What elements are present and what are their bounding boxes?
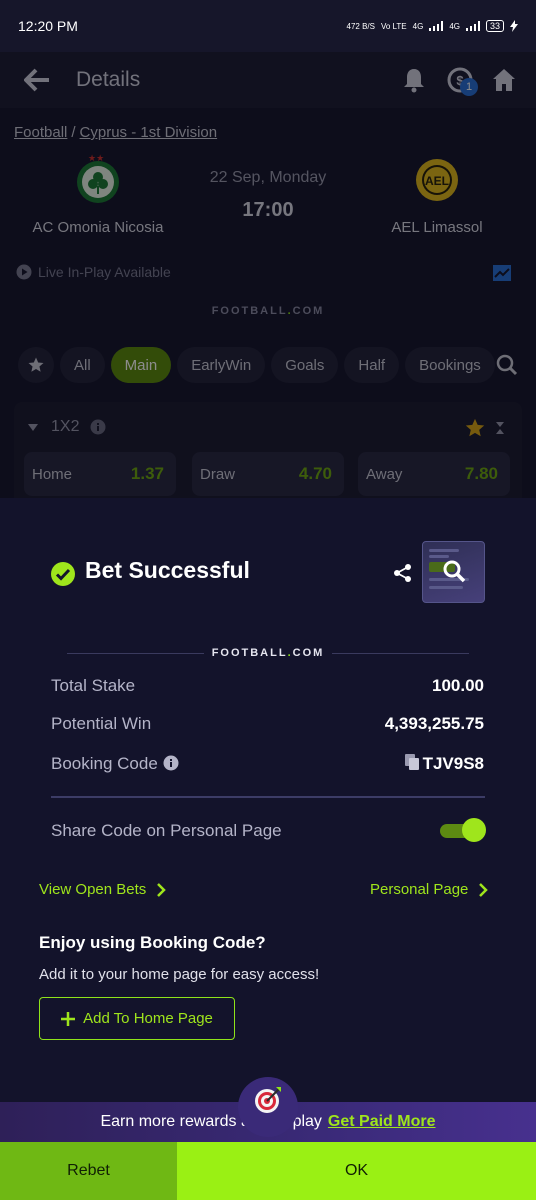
market-1x2: 1X2 Home 1.37 Draw 4.70 Away 7.80 <box>14 402 522 498</box>
breadcrumb-separator: / <box>71 124 76 141</box>
charging-icon <box>510 20 518 32</box>
tab-main[interactable]: Main <box>110 347 172 383</box>
brand-divider-top: FOOTBALL.COM <box>0 305 536 317</box>
odd-value: 1.37 <box>130 464 164 483</box>
brand-divider-sheet: FOOTBALL.COM <box>0 647 536 659</box>
share-icon[interactable] <box>393 563 413 583</box>
app-header: Details $ <box>0 52 536 108</box>
potential-win-label: Potential Win <box>51 714 152 733</box>
chevron-right-icon <box>479 882 489 897</box>
collapse-icon[interactable] <box>494 421 506 435</box>
dart-target-badge[interactable] <box>238 1077 298 1137</box>
search-icon[interactable] <box>496 354 518 376</box>
odd-label: Away <box>366 465 403 483</box>
total-stake-label: Total Stake <box>51 676 136 695</box>
favorite-star-icon[interactable] <box>464 417 486 439</box>
status-time: 12:20 PM <box>18 18 78 34</box>
add-to-home-label: Add To Home Page <box>83 1010 213 1027</box>
odd-label: Home <box>32 465 73 483</box>
brand-logo: FOOTBALL.COM <box>211 647 325 659</box>
booking-code-label: Booking Code <box>51 754 158 773</box>
volte-indicator: Vo LTE <box>380 21 407 31</box>
signal-bars-2-icon <box>465 21 480 31</box>
promo-title: Enjoy using Booking Code? <box>39 933 266 952</box>
svg-text:★★: ★★ <box>88 154 104 161</box>
success-check-icon <box>51 562 75 586</box>
bell-icon[interactable] <box>400 66 428 94</box>
magnify-icon[interactable] <box>442 559 466 583</box>
odd-away[interactable]: Away 7.80 <box>358 452 510 496</box>
tab-half[interactable]: Half <box>344 347 400 383</box>
home-icon[interactable] <box>490 66 518 94</box>
tab-favorites[interactable] <box>18 347 54 383</box>
status-bar: 12:20 PM 472 B/S Vo LTE 4G 4G 33 <box>0 0 536 52</box>
home-team-stars: ★★ <box>88 154 104 161</box>
copy-icon[interactable] <box>405 754 419 770</box>
page-title: Details <box>76 68 141 91</box>
live-text: Live In-Play Available <box>38 264 171 280</box>
share-code-toggle[interactable] <box>440 818 486 844</box>
add-to-home-button[interactable]: Add To Home Page <box>39 997 235 1040</box>
chevron-right-icon <box>157 882 167 897</box>
live-indicator[interactable]: Live In-Play Available <box>16 264 171 280</box>
home-team-logo <box>77 161 119 203</box>
notification-badge: 1 <box>460 78 478 96</box>
info-icon[interactable] <box>90 419 106 435</box>
ok-button[interactable]: OK <box>177 1142 536 1200</box>
signal-2: 4G <box>449 21 460 31</box>
net-speed: 472 B/S <box>346 21 375 31</box>
promo-subtitle: Add it to your home page for easy access… <box>39 966 320 983</box>
dart-target-icon <box>255 1087 281 1113</box>
divider-line-right <box>332 652 470 654</box>
status-indicators: 472 B/S Vo LTE 4G 4G 33 <box>347 20 518 32</box>
toggle-knob <box>462 818 486 842</box>
view-open-bets-label: View Open Bets <box>39 881 147 898</box>
odd-value: 4.70 <box>298 464 332 483</box>
tab-earlywin[interactable]: EarlyWin <box>177 347 266 383</box>
signal-bars-icon <box>429 21 444 31</box>
bottom-action-bar: Rebet OK <box>0 1142 536 1200</box>
total-stake-value: 100.00 <box>432 676 484 695</box>
market-title: 1X2 <box>51 418 80 435</box>
caret-down-icon[interactable] <box>28 424 38 432</box>
breadcrumb-sport[interactable]: Football <box>14 124 67 141</box>
brand-logo: FOOTBALL.COM <box>211 305 325 317</box>
odd-home[interactable]: Home 1.37 <box>24 452 176 496</box>
signal-1: 4G <box>412 21 424 31</box>
tab-all[interactable]: All <box>60 347 105 383</box>
away-team-logo: AEL <box>416 159 458 201</box>
get-paid-more-link[interactable]: Get Paid More <box>328 1113 436 1131</box>
market-tabs: All Main EarlyWin Goals Half Bookings <box>18 347 495 383</box>
plus-icon <box>61 1011 76 1026</box>
odd-label: Draw <box>200 465 236 483</box>
personal-page-label: Personal Page <box>370 881 469 898</box>
svg-text:AEL: AEL <box>425 174 449 188</box>
rebet-button[interactable]: Rebet <box>0 1142 177 1200</box>
stats-chart-icon[interactable] <box>492 264 512 282</box>
share-code-label: Share Code on Personal Page <box>51 821 282 840</box>
odd-draw[interactable]: Draw 4.70 <box>192 452 344 496</box>
sheet-title: Bet Successful <box>85 557 250 583</box>
divider-line-left <box>66 652 204 654</box>
tab-goals[interactable]: Goals <box>271 347 339 383</box>
tab-bookings[interactable]: Bookings <box>405 347 495 383</box>
personal-page-link[interactable]: Personal Page <box>370 881 489 898</box>
back-arrow-icon[interactable] <box>24 68 50 92</box>
potential-win-value: 4,393,255.75 <box>384 714 484 733</box>
breadcrumb-league[interactable]: Cyprus - 1st Division <box>80 124 218 141</box>
star-icon <box>28 357 44 372</box>
divider <box>51 796 485 798</box>
breadcrumb: Football / Cyprus - 1st Division <box>14 124 217 141</box>
battery-level: 33 <box>485 20 504 32</box>
view-open-bets-link[interactable]: View Open Bets <box>39 881 167 898</box>
booking-code-value[interactable]: TJV9S8 <box>423 754 484 774</box>
match-date: 22 Sep, Monday <box>209 169 327 186</box>
away-team-name: AEL Limassol <box>391 219 483 236</box>
play-circle-icon <box>16 264 32 280</box>
booking-info-icon[interactable] <box>163 755 179 771</box>
odd-value: 7.80 <box>464 464 498 483</box>
